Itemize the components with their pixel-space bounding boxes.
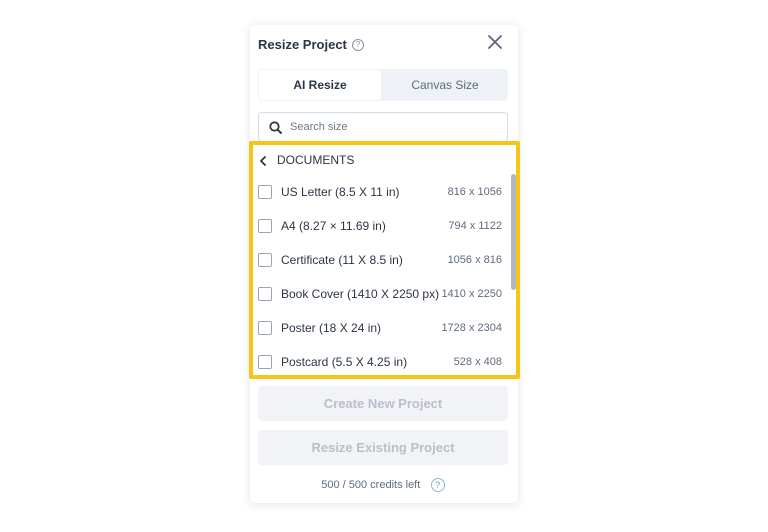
size-name: Postcard (5.5 X 4.25 in) <box>281 355 408 369</box>
credits-text: 500 / 500 credits left <box>321 478 421 491</box>
size-option-certificate[interactable]: Certificate (11 X 8.5 in) 1056 x 816 <box>258 252 502 272</box>
resize-existing-project-button[interactable]: Resize Existing Project <box>258 430 508 465</box>
checkbox[interactable] <box>258 219 272 233</box>
checkbox[interactable] <box>258 253 272 267</box>
tab-ai-resize[interactable]: AI Resize <box>259 70 381 100</box>
resize-mode-tabs: AI Resize Canvas Size <box>258 69 508 101</box>
checkbox[interactable] <box>258 287 272 301</box>
credits-help-icon[interactable]: ? <box>430 477 445 492</box>
size-option-a4[interactable]: A4 (8.27 × 11.69 in) 794 x 1122 <box>258 218 502 238</box>
checkbox[interactable] <box>258 355 272 369</box>
size-dimensions: 816 x 1056 <box>447 186 502 198</box>
size-dimensions: 528 x 408 <box>453 356 502 368</box>
size-option-postcard[interactable]: Postcard (5.5 X 4.25 in) 528 x 408 <box>258 354 502 374</box>
scrollbar-thumb[interactable] <box>511 174 516 290</box>
size-name: A4 (8.27 × 11.69 in) <box>281 219 386 233</box>
size-option-book-cover[interactable]: Book Cover (1410 X 2250 px) 1410 x 2250 <box>258 286 502 306</box>
close-icon[interactable] <box>486 33 504 51</box>
checkbox[interactable] <box>258 185 272 199</box>
category-label: DOCUMENTS <box>277 153 355 167</box>
checkbox[interactable] <box>258 321 272 335</box>
create-new-project-button[interactable]: Create New Project <box>258 386 508 421</box>
size-dimensions: 1728 x 2304 <box>441 322 502 334</box>
help-icon[interactable]: ? <box>352 39 364 51</box>
size-name: Book Cover (1410 X 2250 px) <box>281 287 440 301</box>
size-name: Certificate (11 X 8.5 in) <box>281 253 403 267</box>
size-name: US Letter (8.5 X 11 in) <box>281 185 400 199</box>
search-input[interactable] <box>290 117 490 137</box>
chevron-left-icon <box>258 154 268 166</box>
size-name: Poster (18 X 24 in) <box>281 321 382 335</box>
size-list-scrollbar[interactable] <box>511 174 516 370</box>
credits-info: 500 / 500 credits left ? <box>258 476 508 492</box>
size-dimensions: 1410 x 2250 <box>441 288 502 300</box>
panel-header: Resize Project ? <box>258 35 508 59</box>
size-option-us-letter[interactable]: US Letter (8.5 X 11 in) 816 x 1056 <box>258 184 502 204</box>
search-box <box>258 112 508 142</box>
size-option-poster[interactable]: Poster (18 X 24 in) 1728 x 2304 <box>258 320 502 340</box>
size-dimensions: 1056 x 816 <box>447 254 502 266</box>
search-icon <box>269 121 282 134</box>
tab-canvas-size[interactable]: Canvas Size <box>382 69 508 101</box>
size-dimensions: 794 x 1122 <box>448 220 502 232</box>
panel-title: Resize Project <box>258 37 347 52</box>
